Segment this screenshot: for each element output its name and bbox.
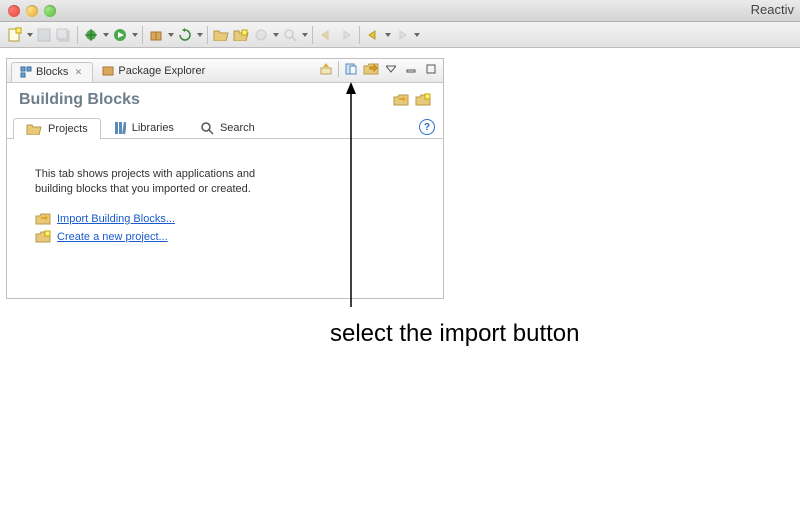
- tab-search[interactable]: Search: [187, 116, 268, 139]
- package-explorer-icon: [102, 65, 114, 77]
- new-project-icon[interactable]: [415, 92, 431, 108]
- view-tabbar: Blocks ✕ Package Explorer: [7, 59, 443, 83]
- forward-button: [393, 26, 411, 44]
- close-tab-button[interactable]: ✕: [72, 66, 84, 78]
- window-controls: [8, 5, 56, 17]
- tab-search-label: Search: [220, 122, 255, 134]
- folder-open-icon: [26, 123, 42, 135]
- next-edit-button: [337, 26, 355, 44]
- blocks-icon: [20, 66, 32, 78]
- panel-body: This tab shows projects with application…: [7, 139, 443, 298]
- libraries-icon: [114, 121, 126, 135]
- blocks-panel: Blocks ✕ Package Explorer: [6, 58, 444, 299]
- import-link-row: Import Building Blocks...: [35, 212, 415, 226]
- main-toolbar: [0, 22, 800, 48]
- panel-header-actions: [393, 92, 431, 108]
- window-titlebar: Reactiv: [0, 0, 800, 22]
- prev-edit-button: [317, 26, 335, 44]
- tab-blocks-label: Blocks: [36, 66, 68, 78]
- debug-dropdown[interactable]: [102, 26, 109, 44]
- import-blocks-icon[interactable]: [393, 92, 409, 108]
- open-type-button: [252, 26, 270, 44]
- open-type-dropdown[interactable]: [272, 26, 279, 44]
- toolbar-separator: [312, 26, 313, 44]
- panel-header: Building Blocks: [7, 83, 443, 115]
- tab-blocks[interactable]: Blocks ✕: [11, 62, 93, 82]
- view-actions: [318, 61, 439, 77]
- run-button[interactable]: [111, 26, 129, 44]
- collapse-all-button[interactable]: [318, 61, 334, 77]
- maximize-view-button[interactable]: [423, 61, 439, 77]
- link-editor-button[interactable]: [343, 61, 359, 77]
- debug-button[interactable]: [82, 26, 100, 44]
- search-icon: [200, 121, 214, 135]
- panel-tabbar: Projects Libraries Search ?: [7, 115, 443, 139]
- toolbar-separator: [207, 26, 208, 44]
- create-link-icon: [35, 230, 51, 244]
- search-toolbar-button: [281, 26, 299, 44]
- panel-description: This tab shows projects with application…: [35, 167, 295, 198]
- back-dropdown[interactable]: [384, 26, 391, 44]
- tab-projects-label: Projects: [48, 123, 88, 135]
- import-button[interactable]: [363, 61, 379, 77]
- import-link-icon: [35, 212, 51, 226]
- create-project-link[interactable]: Create a new project...: [57, 231, 168, 243]
- new-package-button[interactable]: [147, 26, 165, 44]
- annotation-text: select the import button: [330, 320, 579, 348]
- panel-title: Building Blocks: [19, 91, 393, 109]
- toolbar-separator: [77, 26, 78, 44]
- new-package-dropdown[interactable]: [167, 26, 174, 44]
- search-dropdown[interactable]: [301, 26, 308, 44]
- refresh-dropdown[interactable]: [196, 26, 203, 44]
- panel-links: Import Building Blocks... Create a new p…: [35, 212, 415, 244]
- open-folder-button[interactable]: [232, 26, 250, 44]
- run-dropdown[interactable]: [131, 26, 138, 44]
- help-button[interactable]: ?: [419, 119, 435, 135]
- zoom-window-button[interactable]: [44, 5, 56, 17]
- back-button[interactable]: [364, 26, 382, 44]
- new-resource-button[interactable]: [6, 26, 24, 44]
- tab-package-explorer[interactable]: Package Explorer: [93, 61, 214, 81]
- close-window-button[interactable]: [8, 5, 20, 17]
- tab-libraries[interactable]: Libraries: [101, 116, 187, 139]
- tab-projects[interactable]: Projects: [13, 118, 101, 139]
- save-button: [35, 26, 53, 44]
- create-link-row: Create a new project...: [35, 230, 415, 244]
- view-menu-button[interactable]: [383, 61, 399, 77]
- minimize-view-button[interactable]: [403, 61, 419, 77]
- tab-libraries-label: Libraries: [132, 122, 174, 134]
- window-title: Reactiv: [751, 2, 794, 17]
- view-separator: [338, 61, 339, 77]
- tab-package-explorer-label: Package Explorer: [118, 65, 205, 77]
- refresh-button[interactable]: [176, 26, 194, 44]
- new-dropdown[interactable]: [26, 26, 33, 44]
- forward-dropdown[interactable]: [413, 26, 420, 44]
- toolbar-separator: [359, 26, 360, 44]
- toolbar-separator: [142, 26, 143, 44]
- minimize-window-button[interactable]: [26, 5, 38, 17]
- import-blocks-link[interactable]: Import Building Blocks...: [57, 213, 175, 225]
- open-project-button[interactable]: [212, 26, 230, 44]
- save-all-button: [55, 26, 73, 44]
